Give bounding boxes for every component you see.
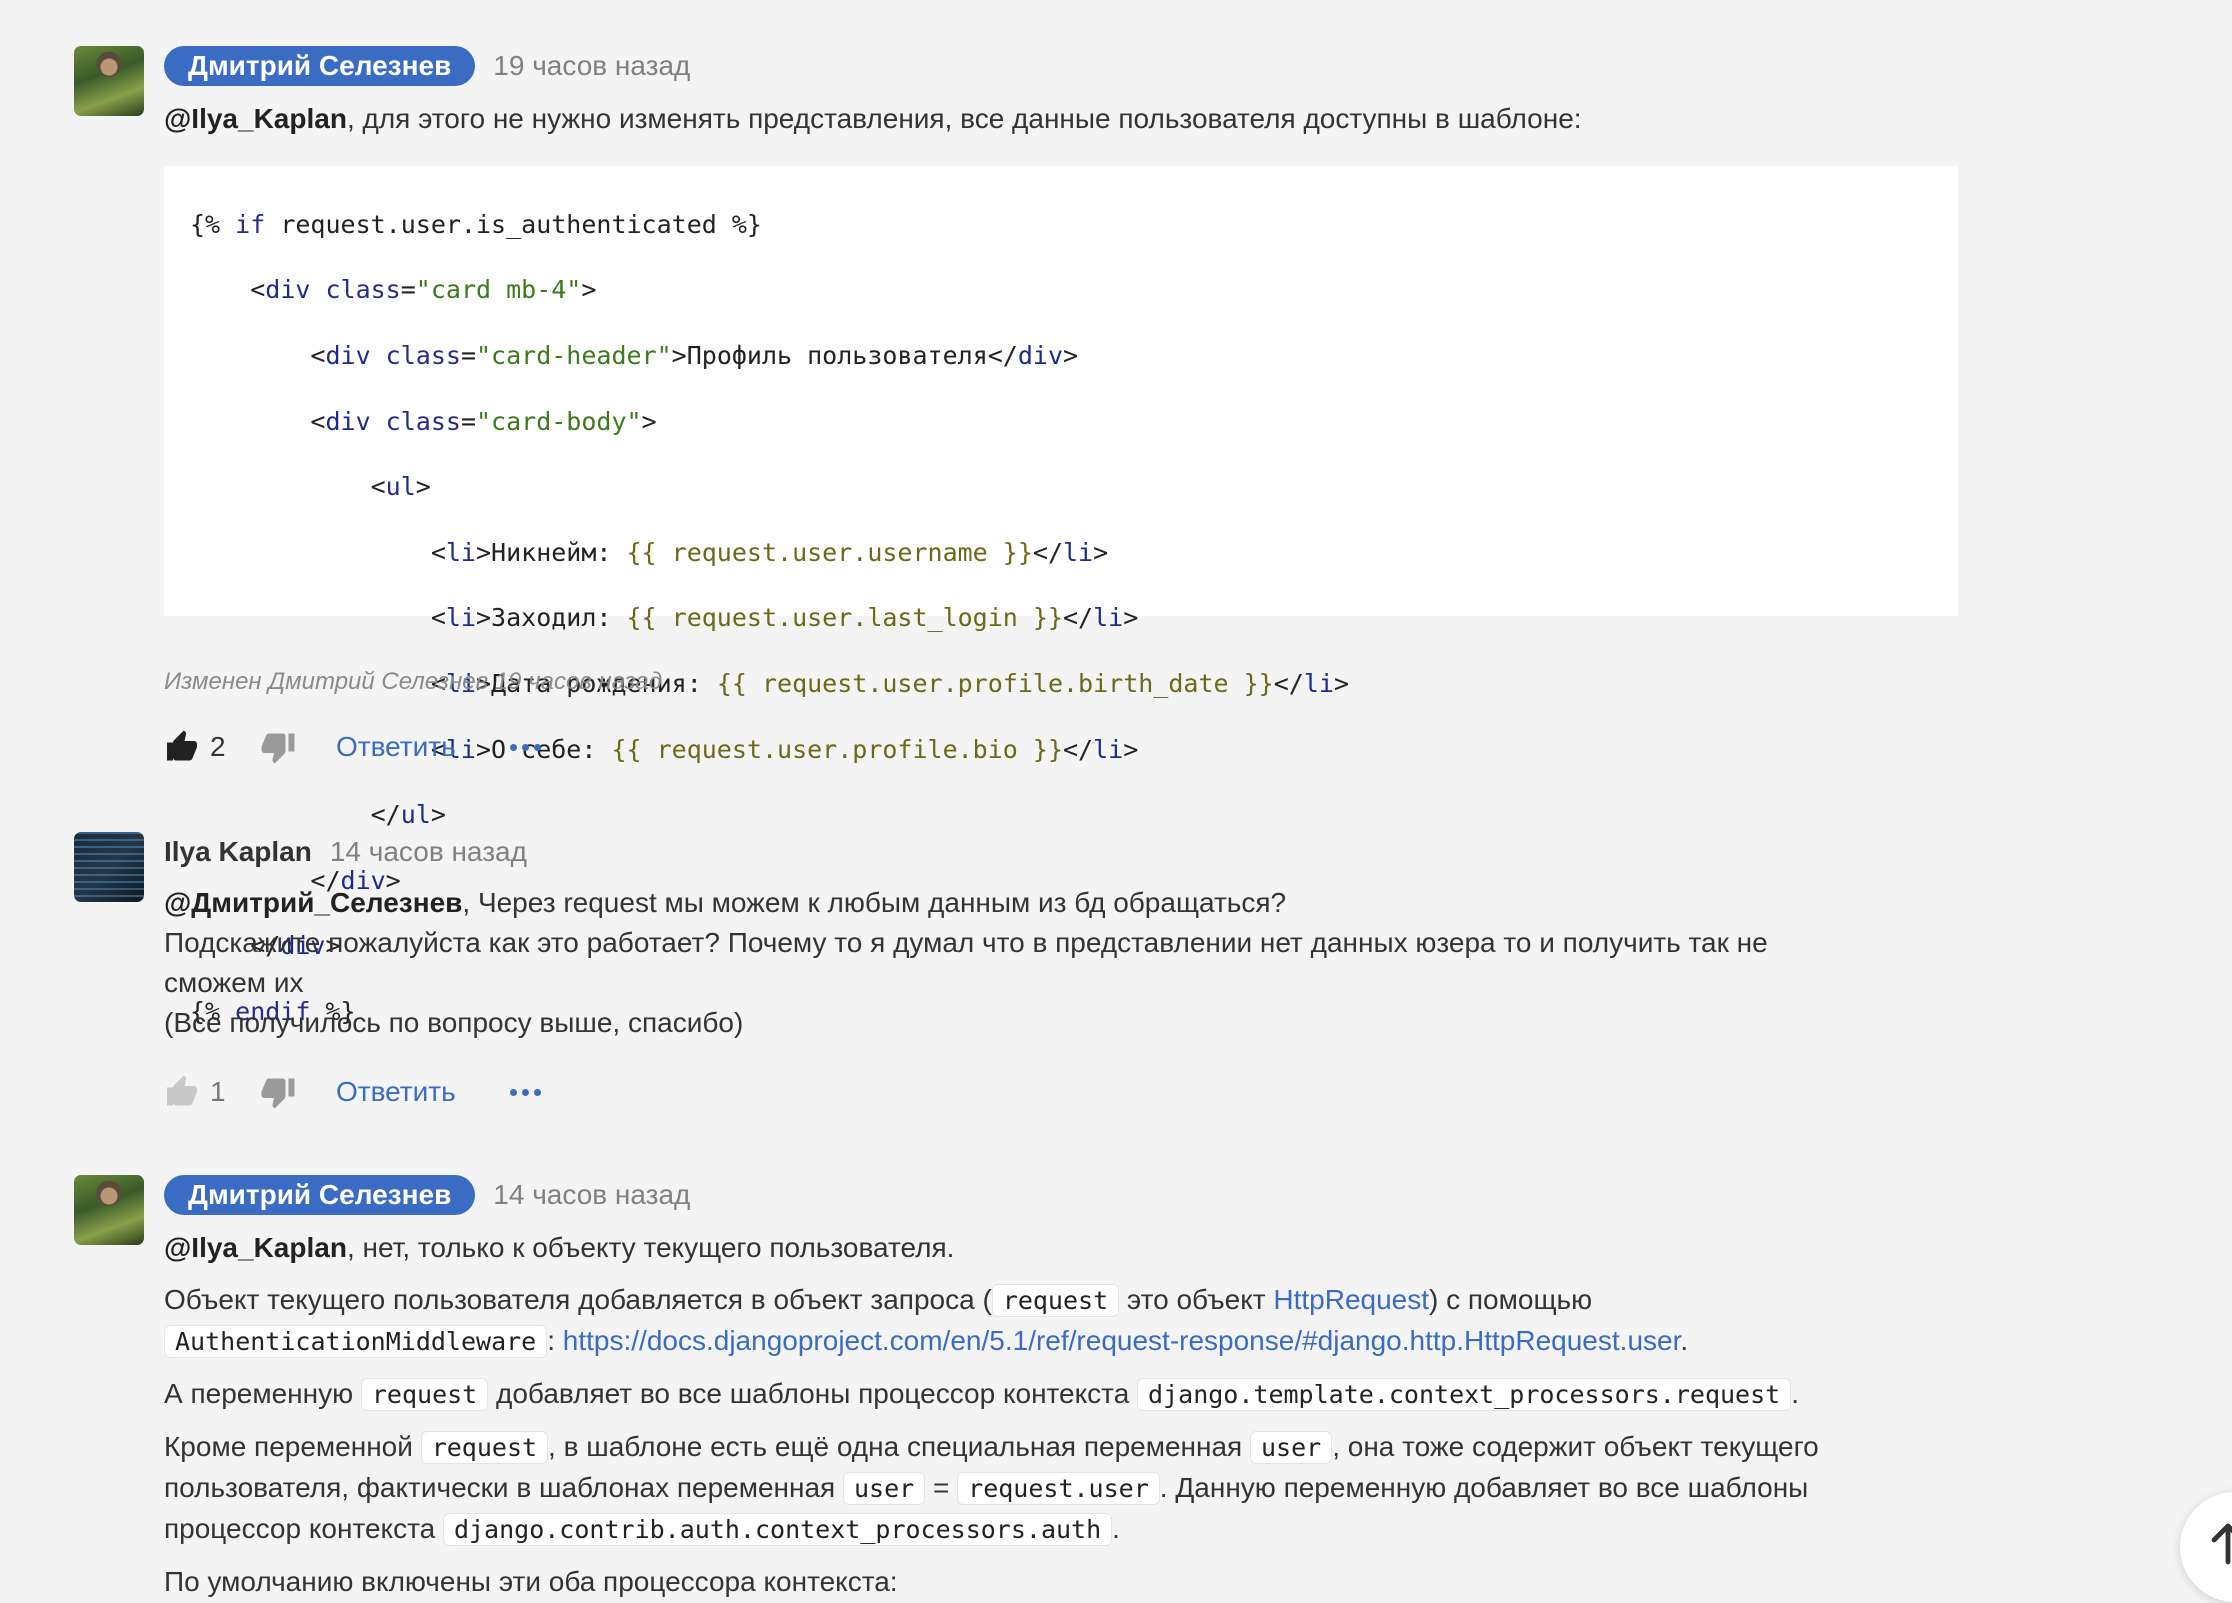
code-line: <li>Никнейм: {{ request.user.username }}… xyxy=(190,537,1109,567)
edited-note: Изменен Дмитрий Селезнев 19 часов назад xyxy=(164,668,663,695)
code-line: <div class="card-body"> xyxy=(190,406,657,436)
like-button[interactable]: 1 xyxy=(164,1074,240,1110)
author-name[interactable]: Ilya Kaplan xyxy=(164,836,312,868)
comment-time[interactable]: 14 часов назад xyxy=(330,836,527,868)
like-button[interactable]: 2 xyxy=(164,729,240,765)
author-name[interactable]: Дмитрий Селезнев xyxy=(164,1175,476,1215)
thumbs-down-icon xyxy=(261,1078,295,1109)
inline-code: AuthenticationMiddleware xyxy=(164,1325,548,1358)
code-line: <div class="card mb-4"> xyxy=(190,275,597,305)
reply-button[interactable]: Ответить xyxy=(336,1076,456,1108)
thumbs-up-icon xyxy=(167,1075,197,1106)
like-count: 2 xyxy=(210,731,226,762)
comment-actions: 1 Ответить xyxy=(164,1072,541,1112)
avatar[interactable] xyxy=(74,1175,144,1245)
more-options-button[interactable] xyxy=(509,743,541,751)
comment-time[interactable]: 14 часов назад xyxy=(493,1179,690,1211)
code-line: {% if request.user.is_authenticated %} xyxy=(190,209,762,239)
comment-text: @Дмитрий_Селезнев, Через request мы може… xyxy=(164,887,1768,1038)
comment-actions: 2 Ответить xyxy=(164,727,541,767)
author-name[interactable]: Дмитрий Селезнев xyxy=(164,46,476,86)
comment-header: Дмитрий Селезнев 14 часов назад xyxy=(164,1175,690,1215)
code-line: </ul> xyxy=(190,800,446,830)
reply-button[interactable]: Ответить xyxy=(336,731,456,763)
comment-header: Дмитрий Селезнев 19 часов назад xyxy=(164,46,690,86)
httprequest-link[interactable]: HttpRequest xyxy=(1273,1284,1429,1315)
comment-text: @Ilya_Kaplan, нет, только к объекту теку… xyxy=(164,1232,1819,1597)
scroll-to-top-button[interactable] xyxy=(2180,1492,2232,1602)
thumbs-up-icon xyxy=(167,730,197,761)
inline-code: user xyxy=(1249,1431,1333,1464)
inline-code: request xyxy=(420,1431,549,1464)
arrow-up-icon xyxy=(2211,1523,2232,1565)
comment-time[interactable]: 19 часов назад xyxy=(493,50,690,82)
code-line: <ul> xyxy=(190,472,431,502)
like-count: 1 xyxy=(210,1076,226,1107)
dislike-button[interactable] xyxy=(260,729,296,765)
comment-text: @Ilya_Kaplan, для этого не нужно изменят… xyxy=(164,103,1582,134)
more-dots-icon xyxy=(509,743,517,751)
mention[interactable]: @Ilya_Kaplan xyxy=(164,103,347,134)
thumbs-down-icon xyxy=(261,733,295,764)
code-line: <div class="card-header">Профиль пользов… xyxy=(190,340,1079,370)
inline-code: user xyxy=(843,1472,926,1505)
avatar[interactable] xyxy=(74,46,144,116)
more-dots-icon xyxy=(509,1088,517,1096)
comment-header: Ilya Kaplan 14 часов назад xyxy=(164,832,527,872)
avatar[interactable] xyxy=(74,832,144,902)
inline-code: request xyxy=(360,1378,489,1411)
inline-code: django.contrib.auth.context_processors.a… xyxy=(442,1513,1113,1546)
mention[interactable]: @Ilya_Kaplan xyxy=(164,1232,347,1263)
more-options-button[interactable] xyxy=(509,1088,541,1096)
inline-code: request.user xyxy=(957,1472,1160,1505)
code-line: <li>Заходил: {{ request.user.last_login … xyxy=(190,603,1139,633)
dislike-button[interactable] xyxy=(260,1074,296,1110)
docs-link[interactable]: https://docs.djangoproject.com/en/5.1/re… xyxy=(563,1325,1681,1356)
mention[interactable]: @Дмитрий_Селезнев xyxy=(164,887,462,918)
inline-code: request xyxy=(991,1284,1120,1317)
code-block: {% if request.user.is_authenticated %} <… xyxy=(164,166,1958,1026)
inline-code: django.template.context_processors.reque… xyxy=(1137,1378,1792,1411)
